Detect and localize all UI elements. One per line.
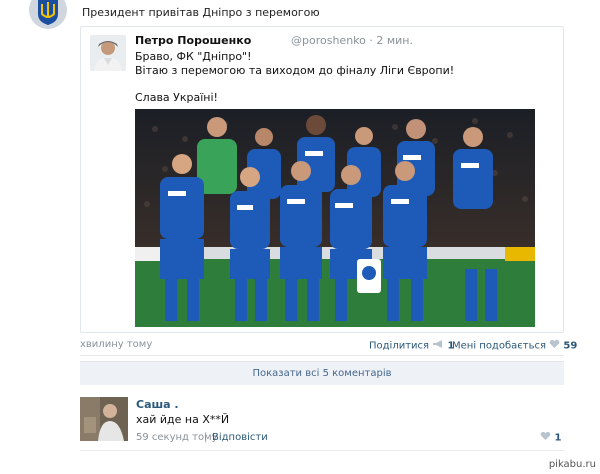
tweet-text-line1: Браво, ФК "Дніпро"! — [135, 50, 252, 63]
show-all-comments-button[interactable]: Показати всі 5 коментарів — [80, 361, 564, 385]
tweet-card: Петро Порошенко @poroshenko · 2 мин. Бра… — [80, 26, 564, 333]
like-button[interactable]: Мені подобається 59 — [452, 339, 577, 352]
comment-like-count: 1 — [554, 432, 562, 444]
comment-separator: | — [204, 432, 208, 443]
post-title: Президент привітав Дніпро з перемогою — [82, 6, 320, 19]
like-count: 59 — [563, 340, 578, 352]
megaphone-icon — [432, 339, 444, 352]
comment-text: хай йде на Х**Й — [136, 413, 230, 426]
comment-like-button[interactable]: 1 — [540, 431, 561, 444]
coat-of-arms-icon — [28, 0, 68, 30]
tweet-author[interactable]: Петро Порошенко — [135, 34, 251, 47]
share-button[interactable]: Поділитися 1 — [369, 339, 454, 352]
tweet-avatar[interactable] — [90, 35, 126, 71]
tweet-text-line3: Слава Україні! — [135, 91, 218, 104]
reply-button[interactable]: Відповісти — [212, 432, 268, 443]
divider — [80, 355, 564, 356]
post-time[interactable]: хвилину тому — [80, 339, 152, 350]
heart-icon — [540, 431, 551, 444]
team-photo[interactable] — [135, 109, 535, 327]
watermark: pikabu.ru — [548, 459, 596, 470]
divider — [80, 450, 564, 451]
comment-avatar[interactable] — [80, 397, 128, 441]
tweet-handle[interactable]: @poroshenko · 2 мин. — [291, 34, 413, 47]
heart-icon — [549, 339, 560, 352]
comment-author[interactable]: Саша . — [136, 398, 179, 411]
like-label: Мені подобається — [452, 340, 546, 352]
share-label: Поділитися — [369, 340, 430, 352]
tweet-text-line2: Вітаю з перемогою та виходом до фіналу Л… — [135, 64, 455, 77]
